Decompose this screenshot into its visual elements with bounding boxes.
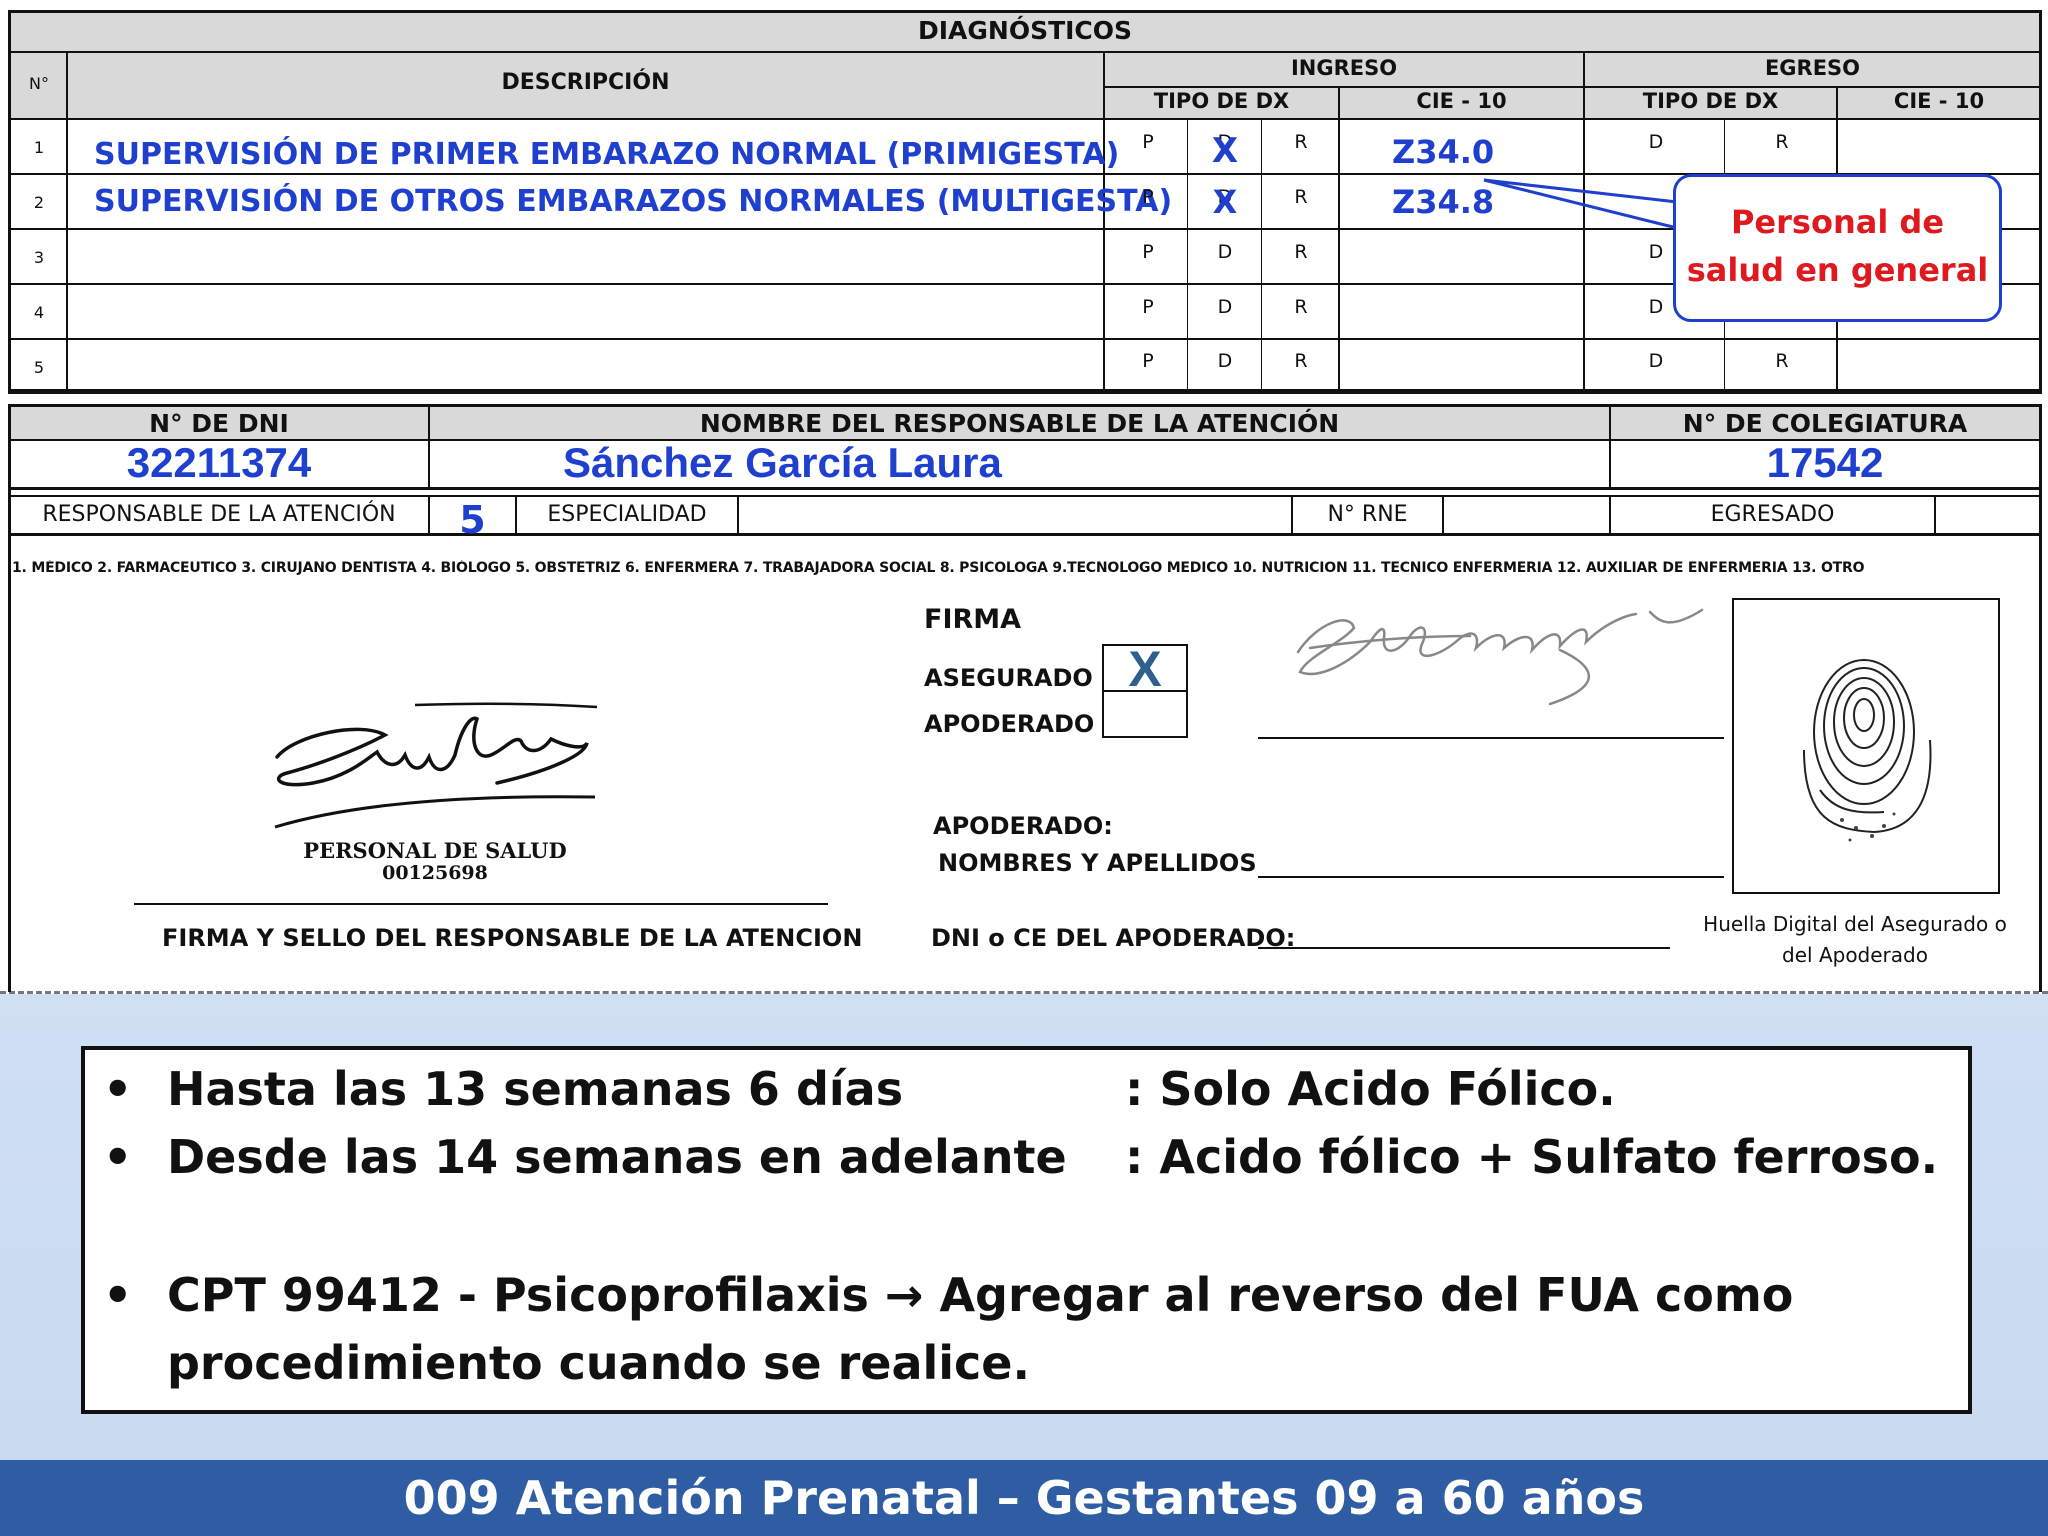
responsable-signature-icon: [274, 702, 598, 829]
apoderado-checkbox[interactable]: [1102, 690, 1188, 738]
ingreso-p[interactable]: P: [1133, 350, 1163, 372]
ingreso-r[interactable]: R: [1286, 296, 1316, 318]
callout-pointer: [1483, 178, 1678, 230]
rne-field[interactable]: [1444, 497, 1609, 533]
row-number: 3: [33, 248, 45, 267]
callout-line-1: Personal de: [1730, 203, 1945, 241]
fua-form-section: DIAGNÓSTICOS N° DESCRIPCIÓN INGRESO EGRE…: [0, 0, 2048, 994]
colegiatura-label: N° DE COLEGIATURA: [1682, 409, 1968, 438]
note-2-left: Desde las 14 semanas en adelante: [167, 1130, 1067, 1184]
asegurado-checkbox[interactable]: X: [1102, 641, 1188, 697]
asegurado-label: ASEGURADO: [924, 664, 1093, 692]
ingreso-tipo-dx-header: TIPO DE DX: [1153, 89, 1290, 113]
ingreso-r[interactable]: R: [1286, 186, 1316, 208]
egresado-label: EGRESADO: [1710, 502, 1835, 527]
bullet-1: •: [103, 1062, 133, 1116]
ingreso-p[interactable]: P: [1133, 241, 1163, 263]
note-2-right: : Acido fólico + Sulfato ferroso.: [1125, 1130, 1939, 1184]
egreso-cie-header: CIE - 10: [1893, 89, 1985, 113]
egreso-d[interactable]: D: [1641, 350, 1671, 372]
callout-box: Personal de salud en general: [1673, 174, 2002, 322]
egreso-tipo-dx-header: TIPO DE DX: [1642, 89, 1779, 113]
ingreso-d-mark: X: [1212, 183, 1238, 221]
ingreso-header: INGRESO: [1290, 56, 1398, 80]
row-number: 5: [33, 358, 45, 377]
ingreso-cie-value[interactable]: Z34.0: [1392, 133, 1494, 171]
ingreso-d-mark: X: [1211, 131, 1239, 171]
egresado-field[interactable]: [1936, 497, 2039, 533]
especialidad-label: ESPECIALIDAD: [547, 502, 707, 527]
nombre-responsable-value[interactable]: Sánchez García Laura: [563, 439, 1002, 487]
ingreso-p[interactable]: P: [1133, 131, 1163, 153]
ingreso-d[interactable]: D: [1210, 241, 1240, 263]
ingreso-p[interactable]: P: [1133, 296, 1163, 318]
footer-title: 009 Atención Prenatal – Gestantes 09 a 6…: [403, 1471, 1645, 1525]
egreso-r[interactable]: R: [1767, 131, 1797, 153]
bullet-3: •: [103, 1268, 133, 1322]
dni-value[interactable]: 32211374: [10, 439, 428, 487]
diagnosticos-title: DIAGNÓSTICOS: [917, 16, 1133, 45]
egreso-header: EGRESO: [1764, 56, 1861, 80]
note-3-line-1: CPT 99412 - Psicoprofilaxis → Agregar al…: [167, 1268, 1794, 1322]
notes-box: • Hasta las 13 semanas 6 días : Solo Aci…: [81, 1046, 1972, 1414]
profesion-legend: 1. MÉDICO 2. FARMACEUTICO 3. CIRUJANO DE…: [12, 560, 1865, 576]
ingreso-cie-header: CIE - 10: [1416, 89, 1507, 113]
ingreso-d[interactable]: D: [1210, 350, 1240, 372]
dni-apoderado-label: DNI o CE DEL APODERADO:: [931, 924, 1296, 952]
row-description[interactable]: SUPERVISIÓN DE OTROS EMBARAZOS NORMALES …: [94, 184, 1172, 219]
responsable-atencion-value[interactable]: 5: [430, 498, 515, 542]
row-number: 1: [33, 138, 45, 157]
egreso-d[interactable]: D: [1641, 131, 1671, 153]
apoderado-title: APODERADO:: [933, 812, 1113, 840]
responsable-atencion-label: RESPONSABLE DE LA ATENCIÓN: [42, 502, 396, 527]
callout-line-2: salud en general: [1686, 251, 1989, 289]
row-number: 2: [33, 193, 45, 212]
fingerprint-icon: [1803, 659, 1932, 842]
rne-label: N° RNE: [1327, 502, 1408, 527]
ingreso-r[interactable]: R: [1286, 241, 1316, 263]
col-n-header: N°: [29, 74, 49, 93]
note-1-right: : Solo Acido Fólico.: [1125, 1062, 1616, 1116]
colegiatura-value[interactable]: 17542: [1611, 439, 2039, 487]
egreso-d[interactable]: D: [1641, 296, 1671, 318]
huella-box[interactable]: [1732, 598, 2000, 894]
ingreso-d[interactable]: D: [1210, 296, 1240, 318]
especialidad-field[interactable]: [739, 497, 1291, 533]
bullet-2: •: [103, 1130, 133, 1184]
row-description[interactable]: SUPERVISIÓN DE PRIMER EMBARAZO NORMAL (P…: [94, 137, 1119, 172]
apoderado-label: APODERADO: [924, 710, 1095, 738]
stamp-line-1: PERSONAL DE SALUD: [303, 838, 567, 863]
row-number: 4: [33, 303, 45, 322]
ingreso-p[interactable]: P: [1133, 186, 1163, 208]
note-3-line-2: procedimiento cuando se realice.: [167, 1336, 1030, 1390]
nombre-responsable-label: NOMBRE DEL RESPONSABLE DE LA ATENCIÓN: [699, 409, 1340, 438]
firma-sello-label: FIRMA Y SELLO DEL RESPONSABLE DE LA ATEN…: [162, 924, 863, 952]
nombres-apellidos-label: NOMBRES Y APELLIDOS: [938, 849, 1257, 877]
egreso-r[interactable]: R: [1767, 350, 1797, 372]
note-1-left: Hasta las 13 semanas 6 días: [167, 1062, 904, 1116]
stamp-line-2: 00125698: [382, 862, 488, 884]
footer-bar: 009 Atención Prenatal – Gestantes 09 a 6…: [0, 1460, 2048, 1536]
firma-label: FIRMA: [924, 604, 1022, 635]
ingreso-r[interactable]: R: [1286, 131, 1316, 153]
ingreso-r[interactable]: R: [1286, 350, 1316, 372]
asegurado-signature-icon: [1296, 608, 1704, 706]
col-descripcion-header: DESCRIPCIÓN: [501, 70, 670, 95]
huella-label-2: del Apoderado: [1782, 943, 1928, 967]
dni-label: N° DE DNI: [149, 409, 289, 438]
huella-label-1: Huella Digital del Asegurado o: [1703, 912, 2007, 936]
